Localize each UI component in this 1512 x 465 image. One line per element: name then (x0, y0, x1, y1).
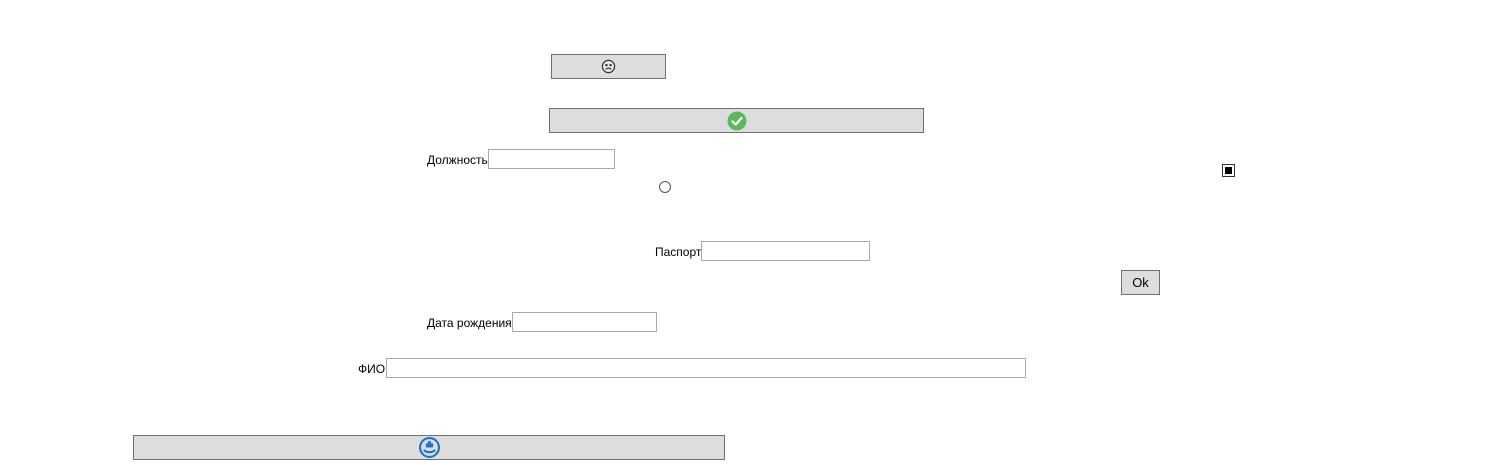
position-field[interactable] (488, 149, 615, 169)
fullname-field[interactable] (386, 358, 1026, 378)
bottom-action-button[interactable] (133, 435, 725, 460)
passport-field[interactable] (701, 241, 870, 261)
sad-face-icon (601, 59, 616, 74)
passport-label: Паспорт (655, 245, 702, 259)
birthdate-field[interactable] (512, 312, 657, 332)
green-checkmark-icon (727, 111, 747, 131)
confirm-button[interactable] (549, 108, 924, 133)
position-label: Должность (427, 153, 488, 167)
blue-circle-icon (418, 437, 440, 458)
emoji-button[interactable] (551, 54, 666, 79)
ok-button[interactable]: Ok (1121, 270, 1160, 295)
birthdate-label: Дата рождения (427, 316, 512, 330)
ok-button-label: Ok (1132, 275, 1149, 290)
radio-button[interactable] (659, 181, 671, 193)
fullname-label: ФИО (358, 362, 386, 376)
checkbox[interactable] (1222, 164, 1235, 177)
form-window: Должность Паспорт Ok Дата рождения ФИО (0, 0, 1512, 465)
checkbox-indicator (1225, 167, 1232, 174)
